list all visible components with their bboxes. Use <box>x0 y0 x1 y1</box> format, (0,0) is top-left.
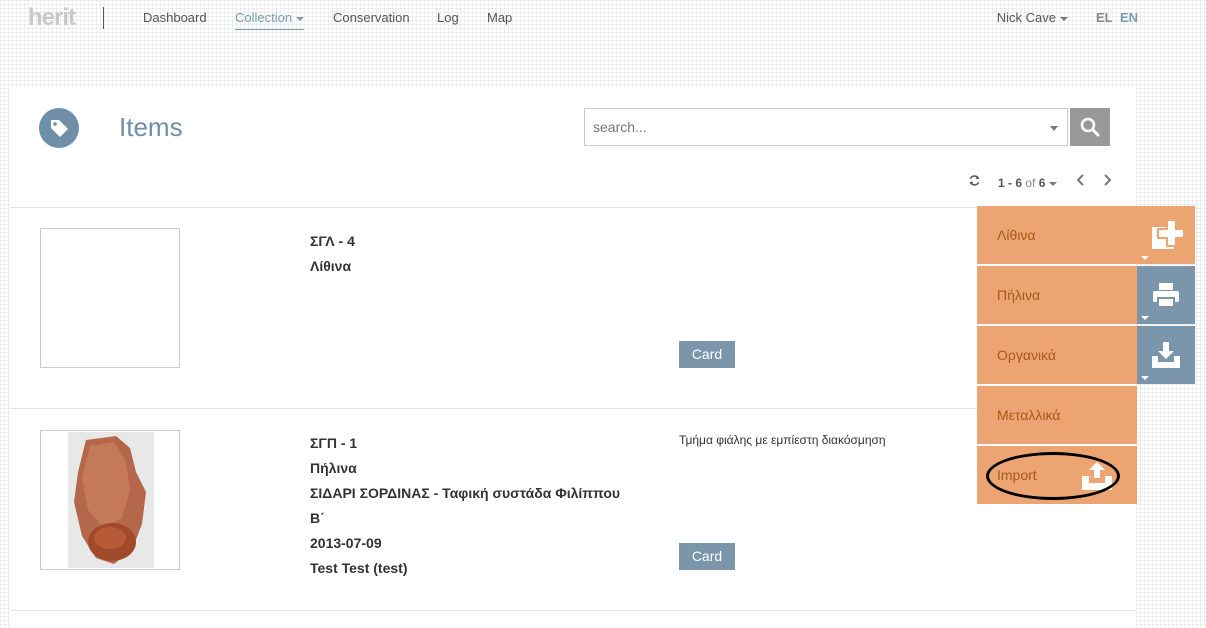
item-code: ΣΓΠ - 1 <box>310 435 358 451</box>
prev-page-icon[interactable] <box>1076 173 1086 190</box>
chevron-down-icon <box>296 16 305 21</box>
item-description: Τμήμα φιάλης με εμπίεστη διακόσμηση <box>679 433 886 447</box>
highlight-annotation-ellipse <box>986 452 1120 500</box>
item-details: ΣΓΛ - 4 Λίθινα <box>310 229 355 279</box>
chevron-down-icon <box>1141 376 1149 380</box>
logo-divider <box>103 7 104 29</box>
divider <box>10 610 1136 611</box>
search-input[interactable] <box>591 109 1035 145</box>
pager-of: of <box>1025 176 1036 190</box>
pottery-fragment-image <box>74 436 146 564</box>
user-name: Nick Cave <box>996 10 1056 25</box>
app-logo[interactable]: herit <box>28 4 76 32</box>
nav-collection[interactable]: Collection <box>235 10 305 30</box>
nav-log[interactable]: Log <box>437 10 459 25</box>
pager-range[interactable]: 1 - 6 of 6 <box>998 176 1058 190</box>
download-button[interactable] <box>1137 326 1195 384</box>
top-navbar: herit Dashboard Collection Conservation … <box>0 0 1206 36</box>
tag-icon <box>39 108 79 148</box>
add-item-button[interactable] <box>1137 206 1195 264</box>
chevron-down-icon <box>1141 316 1149 320</box>
item-site: ΣΙΔΑΡΙ ΣΟΡΔΙΝΑΣ - Ταφική συστάδα Φιλίππο… <box>310 485 621 501</box>
download-icon <box>1152 342 1180 368</box>
item-category: Λίθινα <box>310 258 352 274</box>
item-thumbnail[interactable] <box>40 228 180 368</box>
nav-collection-label: Collection <box>235 10 293 25</box>
pager-total: 6 <box>1038 176 1046 190</box>
item-date: 2013-07-09 <box>310 535 382 551</box>
items-panel: Items 1 - 6 of 6 ΣΓΛ - 4 Λίθινα Card <box>10 88 1136 628</box>
card-button[interactable]: Card <box>679 341 735 368</box>
item-user: Test Test (test) <box>310 560 408 576</box>
nav-dashboard[interactable]: Dashboard <box>143 10 207 25</box>
item-site-suffix: Β΄ <box>310 510 325 526</box>
lang-en-link[interactable]: EN <box>1120 10 1138 25</box>
print-button[interactable] <box>1137 266 1195 324</box>
add-document-icon <box>1152 219 1184 249</box>
next-page-icon[interactable] <box>1102 173 1112 190</box>
item-details: ΣΓΠ - 1 Πήλινα ΣΙΔΑΡΙ ΣΟΡΔΙΝΑΣ - Ταφική … <box>310 431 620 581</box>
chevron-down-icon <box>1049 181 1058 186</box>
search-icon <box>1080 117 1100 137</box>
divider <box>10 207 1136 208</box>
divider <box>10 408 1136 409</box>
search-field[interactable] <box>584 108 1068 146</box>
nav-conservation[interactable]: Conservation <box>333 10 410 25</box>
item-thumbnail[interactable] <box>40 430 180 570</box>
nav-map[interactable]: Map <box>487 10 512 25</box>
page-title: Items <box>119 112 183 142</box>
item-code: ΣΓΛ - 4 <box>310 233 355 249</box>
refresh-icon[interactable] <box>968 174 981 190</box>
side-menu-pilina[interactable]: Πήλινα <box>977 266 1137 324</box>
side-menu-lithina[interactable]: Λίθινα <box>977 206 1137 264</box>
side-menu-organika[interactable]: Οργανικά <box>977 326 1137 384</box>
chevron-down-icon <box>1141 256 1149 260</box>
lang-el-link[interactable]: EL <box>1096 10 1113 25</box>
search-button[interactable] <box>1070 108 1110 146</box>
user-menu[interactable]: Nick Cave <box>997 10 1068 25</box>
pager-range-value: 1 - 6 <box>998 176 1023 190</box>
search-dropdown-icon[interactable] <box>1050 126 1058 131</box>
item-category: Πήλινα <box>310 460 357 476</box>
print-icon <box>1153 283 1179 308</box>
chevron-down-icon <box>1060 16 1068 21</box>
side-menu-metallika[interactable]: Μεταλλικά <box>977 386 1137 444</box>
card-button[interactable]: Card <box>679 543 735 570</box>
